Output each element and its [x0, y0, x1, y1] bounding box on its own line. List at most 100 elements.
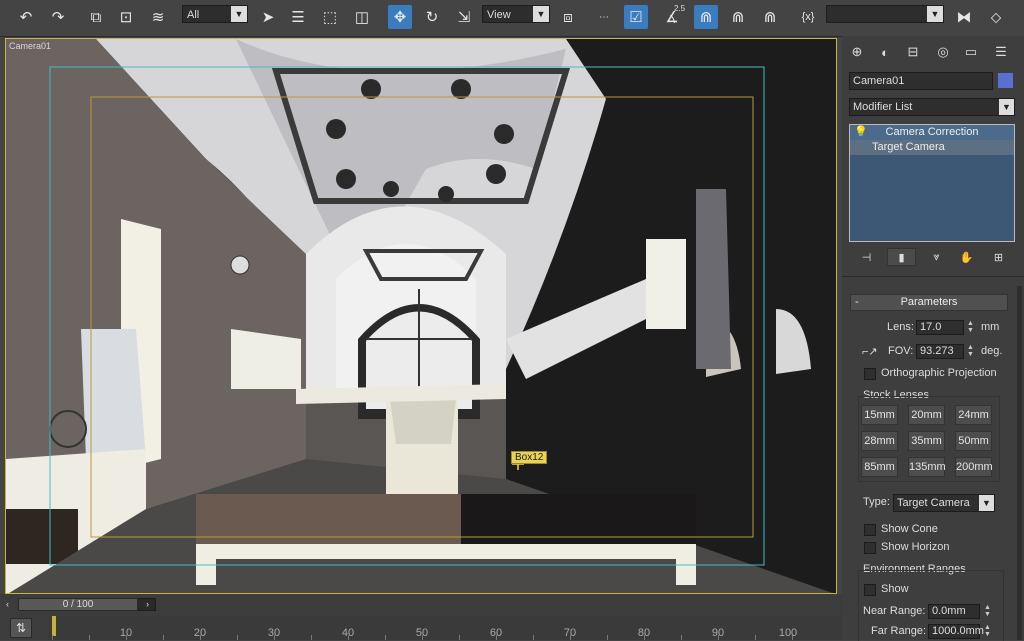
move-icon[interactable]: ✥ — [388, 5, 412, 29]
angle-snap-icon[interactable]: ☑ — [624, 5, 648, 29]
unlink-icon[interactable]: ⊡ — [114, 5, 138, 29]
command-panel-scrollbar[interactable] — [1017, 286, 1022, 640]
stack-item-target-camera[interactable]: Target Camera — [850, 140, 1014, 155]
redo-icon[interactable]: ↷ — [46, 5, 70, 29]
lens-50mm-button[interactable]: 50mm — [955, 431, 992, 451]
type-label: Type: — [863, 496, 890, 508]
lens-spinner[interactable]: ▲ ▼ — [967, 320, 975, 334]
tick-label: 70 — [563, 627, 577, 639]
link-icon[interactable]: ⧉ — [84, 5, 108, 29]
object-name-field[interactable]: Camera01 — [849, 72, 993, 90]
chevron-down-icon: ▼ — [927, 6, 943, 22]
tick-label: 90 — [711, 627, 725, 639]
show-end-result-icon[interactable]: ▮ — [887, 248, 916, 266]
tick-label: 50 — [415, 627, 429, 639]
stack-item-camera-correction[interactable]: 💡 Camera Correction — [850, 125, 1014, 140]
tick-label: 30 — [267, 627, 281, 639]
camera-type-dropdown[interactable]: Target Camera ▼ — [893, 494, 995, 512]
track-bar[interactable]: 10 20 30 40 50 60 70 80 90 100 — [48, 616, 842, 640]
display-tab-icon[interactable]: ▭ — [961, 42, 981, 62]
command-panel: ⊕ ◐ ⊟ ◎ ▭ ☰ Camera01 Modifier List ▼ 💡 Cam… — [842, 36, 1024, 641]
env-show-label: Show — [881, 583, 909, 595]
lens-28mm-button[interactable]: 28mm — [861, 431, 898, 451]
hierarchy-tab-icon[interactable]: ⊟ — [903, 42, 923, 62]
chevron-down-icon: ▼ — [999, 99, 1014, 115]
lens-85mm-button[interactable]: 85mm — [861, 457, 898, 477]
rect-selection-region-icon[interactable]: ⬚ — [318, 5, 342, 29]
select-object-icon[interactable]: ➤ — [256, 5, 280, 29]
named-selection-sets-icon[interactable]: {x} — [796, 5, 820, 29]
time-slider-area: ‹ 0 / 100 › ⇅ 10 20 30 40 50 60 70 80 90… — [0, 594, 842, 640]
make-unique-icon[interactable]: ⩔ — [922, 248, 951, 266]
window-crossing-icon[interactable]: ◫ — [350, 5, 374, 29]
select-by-name-icon[interactable]: ☰ — [286, 5, 310, 29]
create-tab-icon[interactable]: ⊕ — [847, 42, 867, 62]
configure-modifier-sets-icon[interactable]: ⊞ — [984, 248, 1013, 266]
undo-icon[interactable]: ↶ — [14, 5, 38, 29]
parameters-rollout-header[interactable]: - Parameters — [850, 294, 1008, 311]
fov-label: FOV: — [888, 345, 914, 357]
modifier-list-dropdown[interactable]: Modifier List ▼ — [849, 98, 1015, 116]
object-color-swatch[interactable] — [998, 73, 1013, 88]
use-pivot-icon[interactable]: ⧈ — [556, 5, 580, 29]
chevron-down-icon: ▼ — [979, 495, 994, 511]
lens-label: Lens: — [887, 321, 914, 333]
selection-filter-dropdown[interactable]: All ▼ — [182, 5, 248, 23]
current-frame-marker[interactable] — [52, 616, 56, 636]
scale-icon[interactable]: ⇲ — [452, 5, 476, 29]
chevron-down-icon: ▼ — [533, 6, 549, 22]
remove-modifier-icon[interactable]: ✋ — [952, 248, 981, 266]
lightbulb-icon[interactable]: 💡 — [854, 125, 868, 140]
modifier-stack[interactable]: 💡 Camera Correction Target Camera — [849, 124, 1015, 242]
lens-20mm-button[interactable]: 20mm — [908, 405, 945, 425]
utilities-tab-icon[interactable]: ☰ — [991, 42, 1011, 62]
scene-render — [6, 39, 836, 593]
time-slider-next-icon[interactable]: › — [146, 599, 149, 609]
far-range-input[interactable]: 1000.0mm — [928, 624, 984, 639]
chevron-down-icon: ▼ — [231, 6, 247, 22]
lens-135mm-button[interactable]: 135mm — [908, 457, 946, 477]
tick-label: 10 — [119, 627, 133, 639]
show-cone-label: Show Cone — [881, 523, 938, 535]
spinner-snap-icon[interactable]: ⋒ — [726, 5, 750, 29]
tick-label: 100 — [778, 627, 798, 639]
mirror-icon[interactable]: ⧓ — [952, 5, 976, 29]
time-slider-handle[interactable]: 0 / 100 — [18, 598, 138, 611]
lens-15mm-button[interactable]: 15mm — [861, 405, 898, 425]
snap-value: 2.5 — [674, 4, 686, 13]
named-selection-dropdown[interactable]: ▼ — [826, 5, 944, 23]
motion-tab-icon[interactable]: ◎ — [933, 42, 953, 62]
viewport-label[interactable]: Camera01 — [9, 41, 51, 51]
fov-unit: deg. — [981, 345, 1003, 357]
time-slider-prev-icon[interactable]: ‹ — [6, 599, 9, 609]
camera-viewport[interactable]: Camera01 Box12 — [5, 38, 837, 594]
env-show-checkbox[interactable] — [864, 584, 876, 596]
snap-toggle-icon[interactable]: ⋯ — [592, 5, 616, 29]
near-range-input[interactable]: 0.0mm — [928, 604, 980, 619]
near-range-label: Near Range: — [863, 605, 926, 617]
bind-space-warp-icon[interactable]: ≋ — [146, 5, 170, 29]
edit-named-selection-icon[interactable]: ⋒ — [758, 5, 782, 29]
far-range-label: Far Range: — [871, 625, 927, 637]
lens-input[interactable]: 17.0 — [916, 320, 964, 335]
reference-coord-dropdown[interactable]: View ▼ — [482, 5, 550, 23]
pin-stack-icon[interactable]: ⊣ — [852, 248, 881, 266]
orthographic-checkbox[interactable] — [864, 368, 876, 380]
lens-200mm-button[interactable]: 200mm — [955, 457, 993, 477]
near-range-spinner[interactable]: ▲ ▼ — [984, 604, 992, 618]
magnet-snap-icon[interactable]: ⋒ — [694, 5, 718, 29]
key-filter-icon[interactable]: ⇅ — [10, 618, 32, 638]
fov-input[interactable]: 93.273 — [916, 344, 964, 359]
lens-unit: mm — [981, 321, 1000, 333]
far-range-spinner[interactable]: ▲ ▼ — [984, 624, 992, 638]
show-cone-checkbox[interactable] — [864, 524, 876, 536]
lens-35mm-button[interactable]: 35mm — [908, 431, 945, 451]
fov-direction-icon[interactable]: ⌐↗ — [862, 345, 878, 358]
fov-spinner[interactable]: ▲ ▼ — [967, 344, 975, 358]
rotate-icon[interactable]: ↻ — [420, 5, 444, 29]
modify-tab-icon[interactable]: ◐ — [875, 42, 895, 62]
show-horizon-checkbox[interactable] — [864, 542, 876, 554]
align-icon[interactable]: ⬦ — [984, 5, 1008, 29]
main-toolbar: ↶ ↷ ⧉ ⊡ ≋ All ▼ ➤ ☰ ⬚ ◫ ✥ ↻ ⇲ View ▼ ⧈ ⋯ ☑… — [0, 0, 1024, 37]
lens-24mm-button[interactable]: 24mm — [955, 405, 992, 425]
